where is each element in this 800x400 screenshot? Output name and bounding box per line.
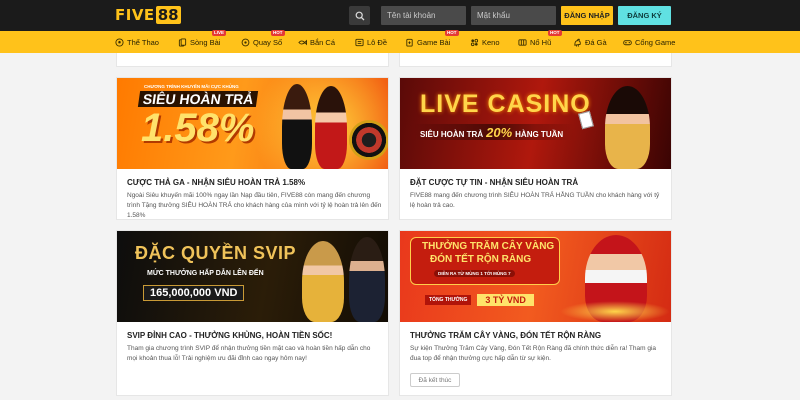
banner-sub: SIÊU HOÀN TRẢ: [420, 130, 484, 139]
nav-item-song-bai[interactable]: Sòng Bài LIVE: [178, 30, 227, 53]
promo-description: FIVE88 mang đến chương trình SIÊU HOÀN T…: [410, 192, 660, 209]
dealer-figure: [605, 86, 650, 169]
playing-card: [578, 110, 594, 130]
banner-title: LIVE CASINO: [420, 90, 591, 118]
banner-value: 165,000,000 VND: [143, 285, 245, 301]
nav-label: Nổ Hũ: [530, 37, 552, 47]
promo-title: CƯỢC THẢ GA - NHẬN SIÊU HOÀN TRẢ 1.58%: [127, 178, 306, 187]
login-button[interactable]: ĐĂNG NHẬP: [561, 6, 613, 25]
banner-value: 1.58%: [141, 106, 255, 150]
promo-card-svip[interactable]: ĐẶC QUYỀN SVIP MỨC THƯỞNG HẤP DẪN LÊN ĐẾ…: [116, 230, 389, 396]
promo-description: Tham gia chương trình SVIP để nhận thưởn…: [127, 345, 371, 362]
live-badge: LIVE: [212, 30, 227, 36]
keno-icon: [470, 38, 479, 46]
banner-title: ĐẶC QUYỀN SVIP: [135, 243, 297, 263]
nav-label: Thể Thao: [127, 37, 159, 47]
promo-banner: CHƯƠNG TRÌNH KHUYẾN MÃI CỰC KHỦNG SIÊU H…: [117, 78, 388, 169]
prize-value: 3 TỶ VND: [477, 294, 534, 306]
nav-item-ban-ca[interactable]: Bắn Cá: [298, 31, 335, 53]
register-button[interactable]: ĐĂNG KÝ: [618, 6, 671, 25]
roulette-wheel: [349, 120, 388, 160]
hot-badge: HOT: [271, 30, 285, 36]
promo-card-previous-left: [116, 53, 389, 67]
nav-label: Đá Gà: [585, 37, 607, 47]
nav-label: Quay Số: [253, 37, 283, 47]
prize-label: TỔNG THƯỞNG: [425, 295, 472, 305]
banner-title: SIÊU HOÀN TRẢ: [137, 91, 259, 107]
top-header: FIVE 88 ĐĂNG NHẬP ĐĂNG KÝ: [0, 0, 800, 31]
promo-title: ĐẶT CƯỢC TỰ TIN - NHẬN SIÊU HOÀN TRẢ: [410, 178, 579, 187]
banner-tail: HÀNG TUẦN: [515, 130, 564, 139]
nav-label: Game Bài: [417, 37, 451, 47]
promo-description: Ngoài Siêu khuyến mãi 100% ngay lần Nạp …: [127, 192, 382, 219]
model-figure: [315, 86, 347, 169]
promo-banner: LIVE CASINO SIÊU HOÀN TRẢ 20% HÀNG TUẦN: [400, 78, 671, 169]
password-input[interactable]: [471, 6, 556, 25]
gamepad-icon: [623, 39, 632, 45]
model-figure: [302, 241, 344, 322]
promo-title: SVIP ĐỈNH CAO - THƯỞNG KHỦNG, HOÀN TIỀN …: [127, 331, 333, 340]
ended-button[interactable]: Đã kết thúc: [410, 373, 460, 387]
lottery-icon: [241, 38, 250, 46]
nav-item-game-bai[interactable]: Game Bài HOT: [405, 30, 459, 53]
fish-icon: [298, 39, 307, 45]
hot-badge: HOT: [548, 30, 562, 36]
banner-dates: DIỄN RA TỪ MÙNG 1 TỚI MÙNG 7: [434, 270, 515, 277]
nav-label: Sòng Bài: [190, 37, 221, 47]
banner-value: 20%: [486, 125, 513, 140]
nav-label: Bắn Cá: [310, 37, 336, 47]
game-cards-icon: [406, 38, 413, 47]
gold-coins-decor: [560, 301, 670, 322]
logo-number: 88: [155, 6, 181, 24]
promo-card-sieu-hoan-tra[interactable]: CHƯƠNG TRÌNH KHUYẾN MÃI CỰC KHỦNG SIÊU H…: [116, 77, 389, 220]
soccer-ball-icon: [115, 37, 124, 47]
promo-banner: THƯỞNG TRĂM CÂY VÀNG ĐÓN TẾT RỘN RÀNG DI…: [400, 231, 671, 322]
promo-banner: ĐẶC QUYỀN SVIP MỨC THƯỞNG HẤP DẪN LÊN ĐẾ…: [117, 231, 388, 322]
nav-item-no-hu[interactable]: Nổ Hũ HOT: [518, 30, 562, 53]
slot-icon: [518, 38, 527, 46]
banner-title-1: THƯỞNG TRĂM CÂY VÀNG: [422, 241, 555, 252]
logo-text: FIVE: [115, 6, 155, 24]
main-nav: Thể Thao Sòng Bài LIVE Quay Số HOT Bắn C…: [0, 30, 800, 53]
nav-item-cong-game[interactable]: Cổng Game: [623, 31, 675, 53]
nav-label: Lô Đề: [367, 37, 388, 47]
promo-card-tet[interactable]: THƯỞNG TRĂM CÂY VÀNG ĐÓN TẾT RỘN RÀNG DI…: [399, 230, 672, 396]
model-figure: [349, 237, 385, 322]
banner-sub: MỨC THƯỞNG HẤP DẪN LÊN ĐẾN: [147, 270, 264, 277]
five88-logo[interactable]: FIVE 88: [115, 4, 181, 26]
promo-card-live-casino[interactable]: LIVE CASINO SIÊU HOÀN TRẢ 20% HÀNG TUẦN …: [399, 77, 672, 220]
search-button[interactable]: [349, 6, 370, 25]
nav-item-quay-so[interactable]: Quay Số HOT: [241, 30, 285, 53]
nav-item-keno[interactable]: Keno: [470, 31, 500, 53]
model-figure: [282, 84, 312, 169]
promo-description: Sự kiện Thưởng Trăm Cây Vàng, Đón Tết Rộ…: [410, 345, 657, 362]
search-icon: [355, 11, 364, 20]
banner-kicker: CHƯƠNG TRÌNH KHUYẾN MÃI CỰC KHỦNG: [144, 84, 239, 89]
rooster-icon: [574, 38, 581, 47]
promo-card-previous-right: [399, 53, 672, 67]
nav-item-the-thao[interactable]: Thể Thao: [115, 31, 159, 53]
cards-icon: [178, 37, 187, 47]
username-input[interactable]: [381, 6, 466, 25]
nav-item-da-ga[interactable]: Đá Gà: [573, 31, 607, 53]
nav-label: Keno: [482, 37, 500, 47]
lotto-icon: [355, 38, 364, 46]
banner-subline: SIÊU HOÀN TRẢ 20% HÀNG TUẦN: [420, 125, 563, 140]
banner-prize: TỔNG THƯỞNG 3 TỶ VND: [425, 294, 534, 306]
banner-title-2: ĐÓN TẾT RỘN RÀNG: [430, 254, 532, 265]
promo-title: THƯỞNG TRĂM CÂY VÀNG, ĐÓN TẾT RỘN RÀNG: [410, 331, 602, 340]
hot-badge: HOT: [445, 30, 459, 36]
nav-label: Cổng Game: [635, 37, 676, 47]
nav-item-lo-de[interactable]: Lô Đề: [355, 31, 387, 53]
